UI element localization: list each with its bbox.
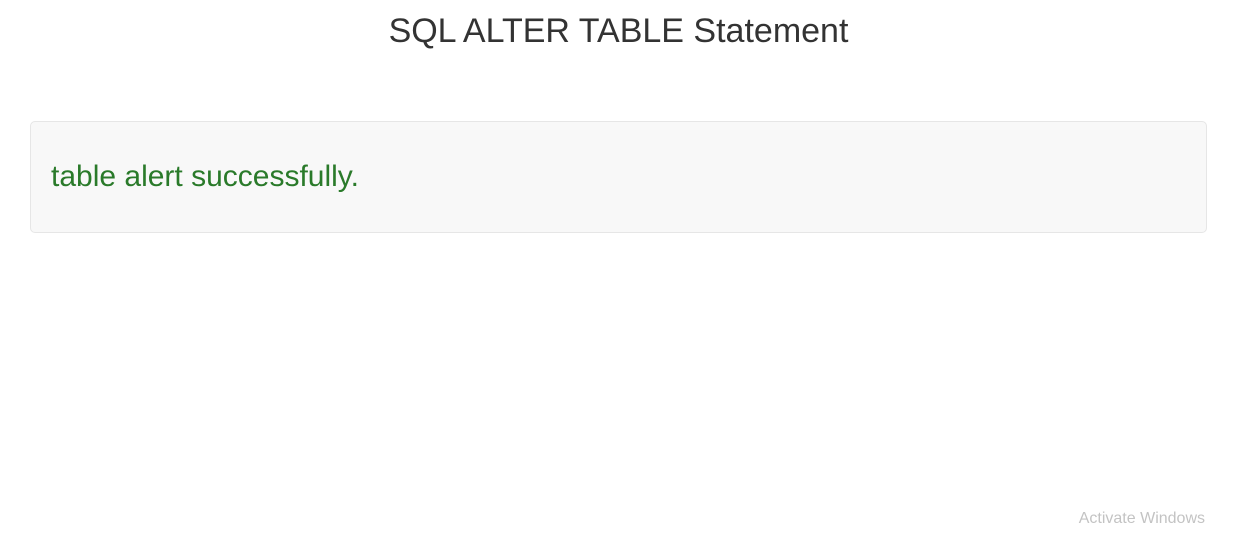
activate-windows-watermark: Activate Windows xyxy=(1079,510,1205,528)
result-message-box: table alert successfully. xyxy=(30,121,1207,233)
page-title: SQL ALTER TABLE Statement xyxy=(0,12,1237,51)
result-message-text: table alert successfully. xyxy=(51,160,1186,194)
